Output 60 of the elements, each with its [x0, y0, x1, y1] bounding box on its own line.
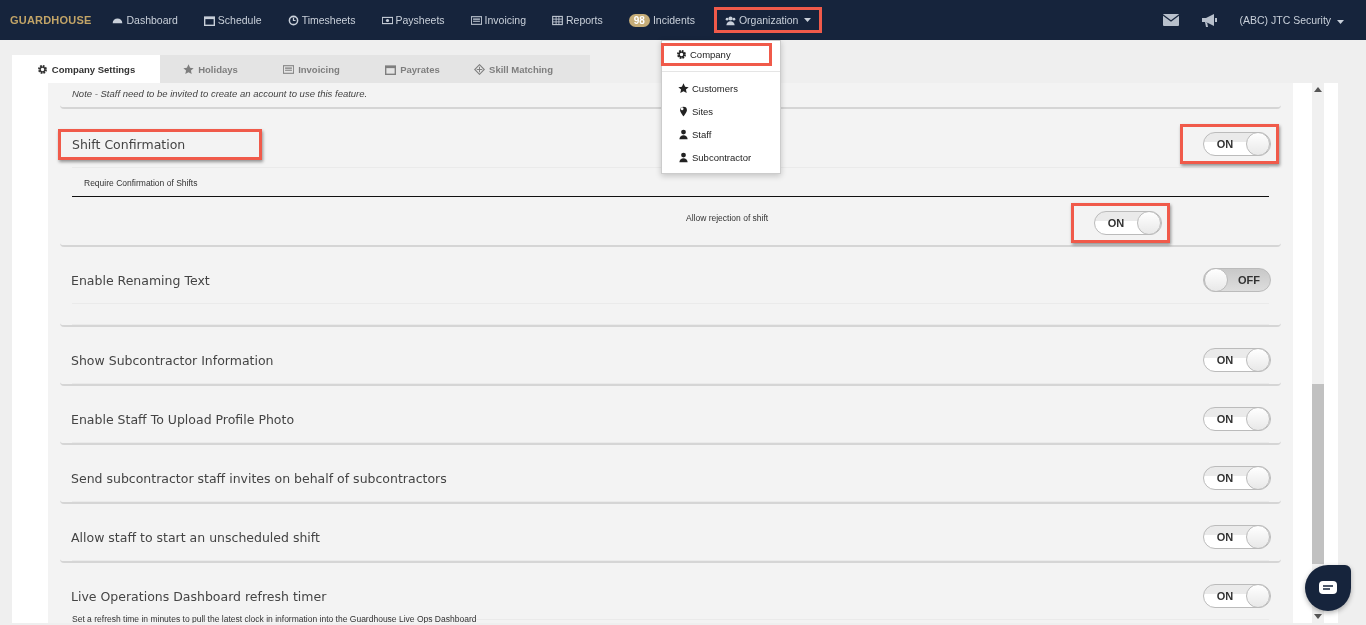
crosshair-icon [474, 63, 486, 75]
scroll-up-icon[interactable] [1314, 87, 1322, 92]
settings-icon [36, 63, 48, 75]
toggle-switch[interactable]: ON [1203, 466, 1271, 490]
setting-title: Shift Confirmation [58, 128, 263, 160]
map-marker-icon [678, 106, 689, 117]
setting-title: Allow staff to start an unscheduled shift [70, 528, 321, 547]
user-icon [678, 152, 689, 163]
settings-icon [676, 49, 687, 60]
nav-item[interactable]: 98 Incidents [621, 6, 702, 34]
toggle-switch[interactable]: ON [1203, 132, 1271, 156]
chat-icon [1319, 581, 1337, 595]
tab[interactable]: Company Settings [12, 55, 160, 83]
envelope-icon[interactable] [1163, 14, 1180, 26]
calendar-icon [203, 14, 215, 26]
toggle-switch[interactable]: ON [1203, 525, 1271, 549]
note-text: Note - Staff need to be invited to create an account to use this feature. [72, 88, 368, 99]
user-icon [678, 129, 689, 140]
nav-item[interactable]: Invoicing [463, 7, 533, 33]
count-badge: 98 [628, 13, 650, 27]
caret-icon [1337, 20, 1344, 24]
menu-item[interactable]: Sites [661, 100, 781, 123]
setting-title: Enable Renaming Text [70, 271, 211, 290]
account-menu[interactable]: (ABC) JTC Security [1239, 14, 1344, 26]
invoice-icon [283, 63, 295, 75]
nav-item[interactable]: Schedule [196, 7, 269, 33]
menu-item[interactable]: Staff [661, 123, 781, 146]
setting-title: Show Subcontractor Information [70, 351, 275, 370]
setting-title: Live Operations Dashboard refresh timer [70, 587, 328, 606]
toggle-switch[interactable]: ON [1203, 584, 1271, 608]
megaphone-icon[interactable] [1201, 13, 1218, 27]
nav-item[interactable]: Paysheets [374, 7, 452, 33]
money-icon [381, 14, 393, 26]
star-icon [678, 83, 689, 94]
brand-logo[interactable]: GUARDHOUSE [10, 14, 92, 26]
nav-item[interactable]: Organization [713, 7, 823, 33]
calendar-icon [385, 63, 397, 75]
invoice-icon [470, 14, 482, 26]
setting-description: Set a refresh time in minutes to pull the latest clock in information into the Guardhouse Live Ops Dashboard [72, 614, 478, 623]
setting-title: Send subcontractor staff invites on behalf of subcontractors [70, 469, 448, 488]
star-icon [183, 63, 195, 75]
menu-item[interactable]: Company [661, 43, 772, 66]
clock-icon [287, 14, 299, 26]
toggle-switch[interactable]: ON [1203, 407, 1271, 431]
setting-subtitle: Require Confirmation of Shifts [83, 177, 199, 190]
option-label: Allow rejection of shift [686, 213, 769, 223]
users-icon [724, 14, 736, 26]
setting-title: Enable Staff To Upload Profile Photo [70, 410, 296, 429]
toggle-switch[interactable]: OFF [1203, 268, 1271, 292]
chat-button[interactable] [1305, 565, 1351, 611]
toggle-switch[interactable]: ON [1094, 211, 1162, 235]
scrollbar-thumb[interactable] [1312, 384, 1324, 564]
table-icon [552, 14, 563, 26]
toggle-switch[interactable]: ON [1203, 348, 1271, 372]
nav-item[interactable]: Reports [545, 7, 610, 33]
nav-item[interactable]: Timesheets [280, 7, 363, 33]
menu-item[interactable]: Customers [661, 77, 781, 100]
scroll-down-icon[interactable] [1314, 614, 1322, 619]
nav-item[interactable]: Dashboard [105, 7, 185, 33]
menu-item[interactable]: Subcontractor [661, 146, 781, 169]
